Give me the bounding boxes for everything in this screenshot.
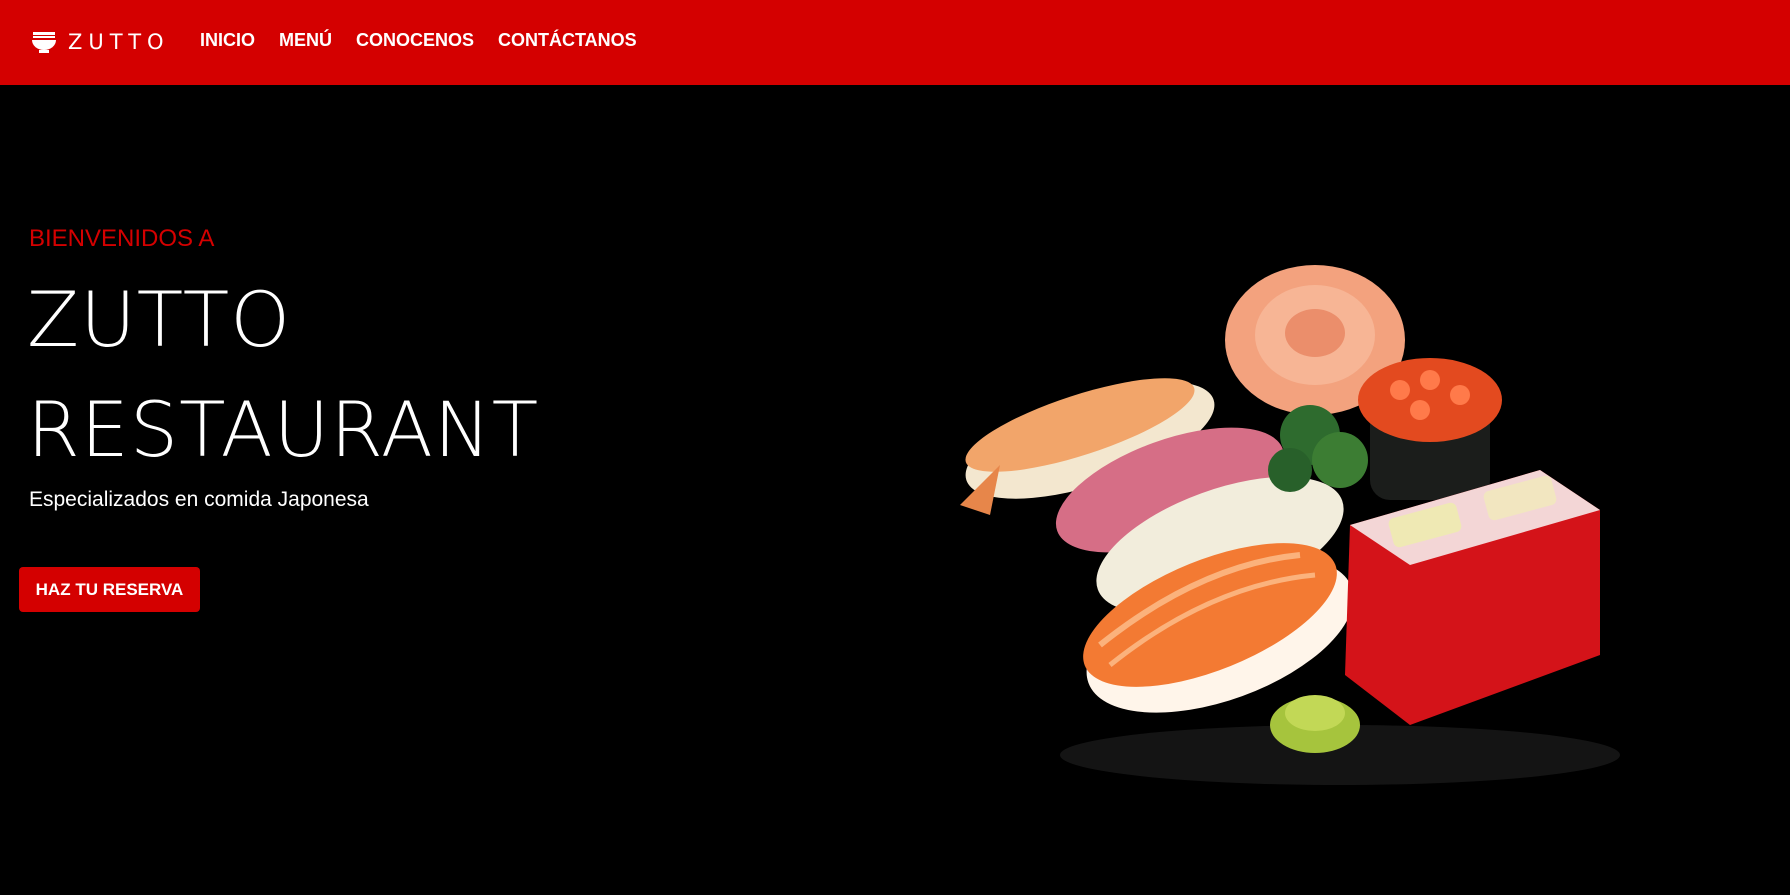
nav-link-menu[interactable]: MENÚ — [279, 30, 332, 51]
nav-link-inicio[interactable]: INICIO — [200, 30, 255, 51]
sushi-platter-image — [960, 265, 1620, 785]
nav-link-contactanos[interactable]: CONTÁCTANOS — [498, 30, 637, 51]
hero-section: BIENVENIDOS A ZUTTO RESTAURANT Especiali… — [0, 85, 1790, 895]
wasabi — [1270, 695, 1360, 753]
reservation-button[interactable]: HAZ TU RESERVA — [19, 567, 200, 612]
hero-kicker: BIENVENIDOS A — [29, 225, 215, 252]
parsley-garnish — [1268, 405, 1368, 492]
ramen-bowl-icon — [32, 32, 56, 53]
red-tobiko-roll — [1345, 470, 1600, 725]
nav-link-conocenos[interactable]: CONOCENOS — [356, 30, 474, 51]
ikura-gunkan — [1358, 358, 1502, 500]
top-navbar: ZUTTO INICIO MENÚ CONOCENOS CONTÁCTANOS — [0, 0, 1790, 85]
hero-title-line-2: RESTAURANT — [27, 385, 540, 474]
hero-title-line-1: ZUTTO — [27, 275, 292, 364]
main-nav: INICIO MENÚ CONOCENOS CONTÁCTANOS — [200, 30, 661, 51]
brand-logo[interactable]: ZUTTO — [30, 28, 170, 56]
hero-subtitle: Especializados en comida Japonesa — [29, 488, 369, 511]
brand-name: ZUTTO — [68, 30, 170, 54]
